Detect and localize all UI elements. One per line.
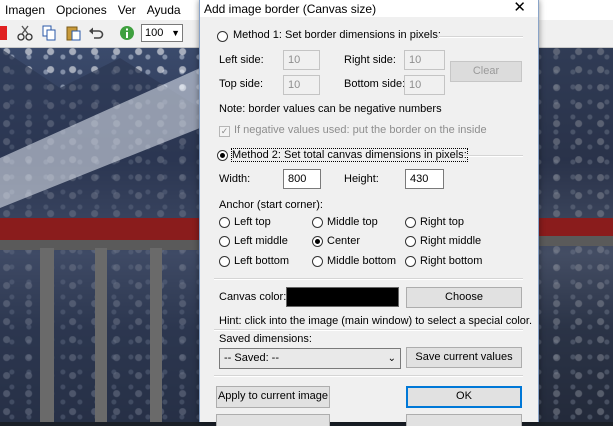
clear-button[interactable]: Clear: [450, 61, 522, 82]
canvas-color-label: Canvas color:: [219, 291, 287, 303]
anchor-middle-top-label[interactable]: Middle top: [327, 216, 378, 228]
method2-divider: [463, 155, 523, 157]
top-side-label: Top side:: [219, 78, 264, 90]
chevron-down-icon: ▼: [171, 28, 180, 38]
dialog-title: Add image border (Canvas size): [204, 2, 377, 16]
anchor-left-middle-label[interactable]: Left middle: [234, 235, 288, 247]
bottom-side-input[interactable]: 10: [404, 75, 445, 95]
menu-ayuda[interactable]: Ayuda: [141, 3, 187, 17]
ok-button[interactable]: OK: [406, 386, 522, 408]
menu-opciones[interactable]: Opciones: [50, 3, 113, 17]
zoom-select[interactable]: 100 ▼: [141, 24, 183, 42]
anchor-right-bottom-label[interactable]: Right bottom: [420, 255, 482, 267]
saved-dimensions-value: -- Saved: --: [224, 352, 280, 364]
dialog-titlebar: Add image border (Canvas size) ✕: [200, 0, 538, 17]
bottom-side-label: Bottom side:: [344, 78, 406, 90]
canvas-color-swatch[interactable]: [286, 287, 399, 307]
method2-label[interactable]: Method 2: Set total canvas dimensions in…: [231, 148, 468, 162]
info-icon[interactable]: [119, 25, 135, 41]
save-current-values-button[interactable]: Save current values: [406, 347, 522, 368]
add-border-dialog: Add image border (Canvas size) ✕ Method …: [199, 0, 539, 426]
negative-inside-label: If negative values used: put the border …: [234, 124, 487, 136]
zoom-value: 100: [145, 27, 164, 39]
apply-to-current-image-button[interactable]: Apply to current image: [216, 386, 330, 408]
paste-icon[interactable]: [65, 25, 81, 41]
anchor-middle-bottom-label[interactable]: Middle bottom: [327, 255, 396, 267]
close-red-icon[interactable]: [0, 25, 8, 41]
top-side-input[interactable]: 10: [283, 75, 320, 95]
anchor-right-bottom-radio[interactable]: [405, 256, 416, 267]
anchor-right-top-label[interactable]: Right top: [420, 216, 464, 228]
anchor-left-bottom-label[interactable]: Left bottom: [234, 255, 289, 267]
left-side-label: Left side:: [219, 54, 264, 66]
negative-inside-checkbox[interactable]: ✓: [219, 126, 230, 137]
close-icon[interactable]: ✕: [513, 0, 526, 16]
anchor-middle-bottom-radio[interactable]: [312, 256, 323, 267]
right-side-label: Right side:: [344, 54, 396, 66]
dialog-content: Method 1: Set border dimensions in pixel…: [214, 17, 532, 426]
left-side-input[interactable]: 10: [283, 50, 320, 70]
anchor-right-middle-label[interactable]: Right middle: [420, 235, 481, 247]
choose-color-button[interactable]: Choose: [406, 287, 522, 308]
anchor-divider: [214, 278, 523, 280]
method1-label[interactable]: Method 1: Set border dimensions in pixel…: [233, 29, 441, 41]
copy-icon[interactable]: [41, 25, 57, 41]
anchor-left-top-label[interactable]: Left top: [234, 216, 271, 228]
undo-icon[interactable]: [88, 25, 104, 41]
anchor-left-bottom-radio[interactable]: [219, 256, 230, 267]
anchor-right-top-radio[interactable]: [405, 217, 416, 228]
height-label: Height:: [344, 173, 379, 185]
height-input[interactable]: 430: [405, 169, 444, 189]
saved-dimensions-select[interactable]: -- Saved: -- ⌄: [219, 348, 401, 369]
method1-radio[interactable]: [217, 31, 228, 42]
anchor-left-top-radio[interactable]: [219, 217, 230, 228]
saved-divider: [214, 329, 523, 331]
border-note: Note: border values can be negative numb…: [219, 103, 442, 115]
anchor-left-middle-radio[interactable]: [219, 236, 230, 247]
chevron-down-icon: ⌄: [387, 353, 396, 364]
anchor-middle-top-radio[interactable]: [312, 217, 323, 228]
method1-divider: [439, 36, 523, 38]
anchor-center-radio[interactable]: [312, 236, 323, 247]
canvas-color-hint: Hint: click into the image (main window)…: [219, 315, 533, 327]
method2-radio[interactable]: [217, 150, 228, 161]
menu-ver[interactable]: Ver: [112, 3, 142, 17]
cut-icon[interactable]: [17, 25, 33, 41]
width-input[interactable]: 800: [283, 169, 321, 189]
cancel-button-partial[interactable]: [216, 414, 330, 426]
anchor-center-label[interactable]: Center: [327, 235, 360, 247]
width-label: Width:: [219, 173, 251, 185]
actions-divider: [214, 375, 523, 377]
menu-imagen[interactable]: Imagen: [0, 3, 51, 17]
train-image: [0, 218, 200, 240]
right-side-input[interactable]: 10: [404, 50, 445, 70]
anchor-right-middle-radio[interactable]: [405, 236, 416, 247]
anchor-label: Anchor (start corner):: [219, 199, 323, 211]
help-button-partial[interactable]: [406, 414, 522, 426]
saved-dimensions-label: Saved dimensions:: [219, 333, 312, 345]
